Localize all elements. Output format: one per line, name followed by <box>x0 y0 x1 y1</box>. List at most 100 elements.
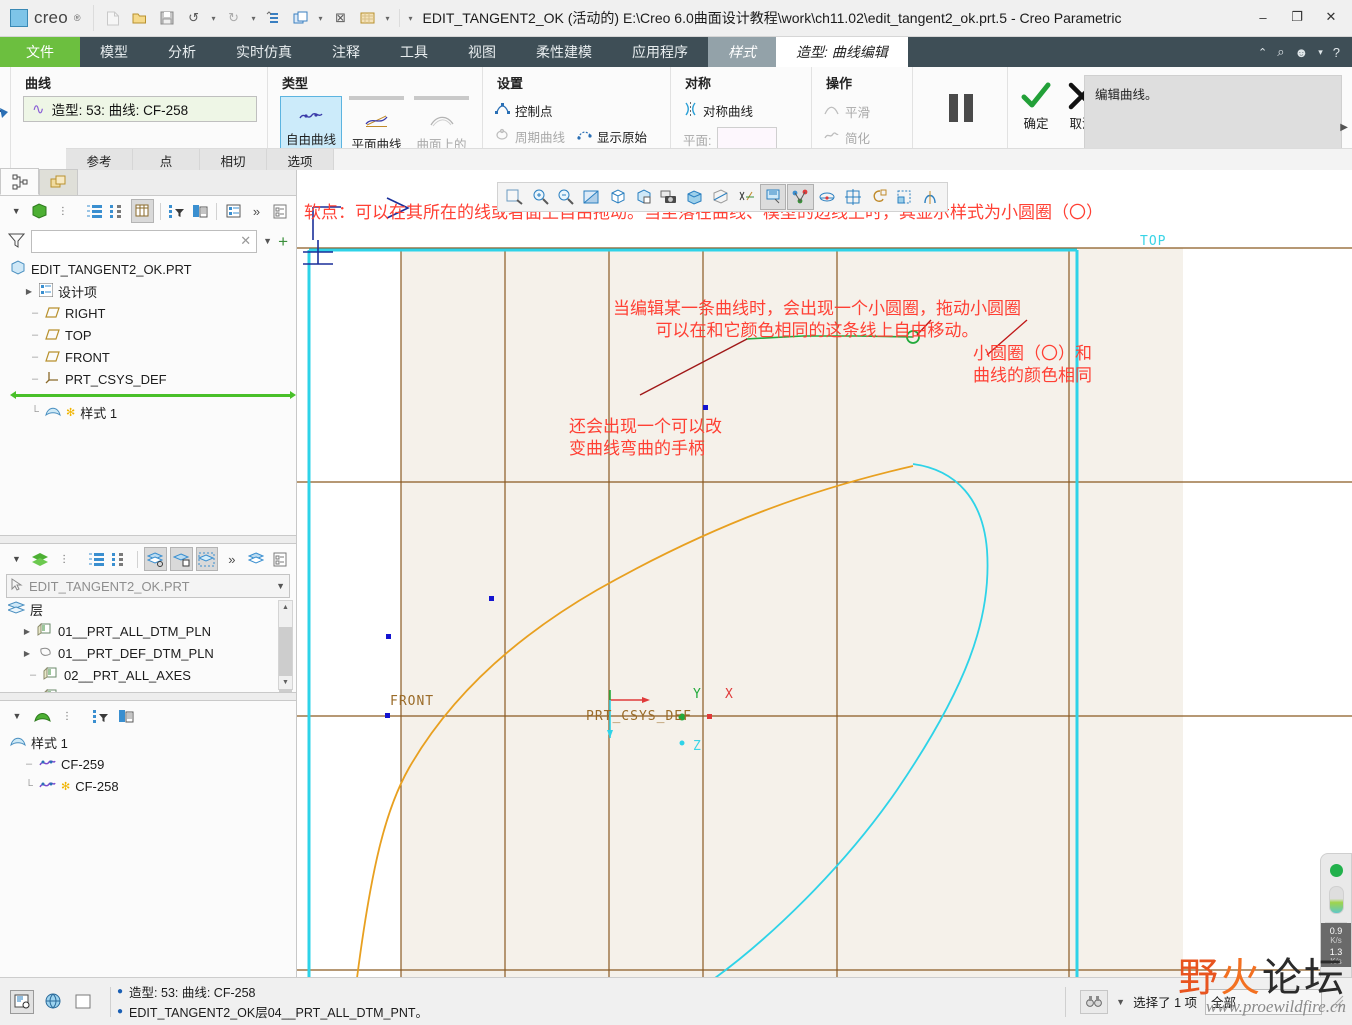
layer-tree-tab[interactable] <box>39 169 78 195</box>
layer-props-icon[interactable] <box>245 548 266 570</box>
style-panel-icon[interactable] <box>31 705 53 727</box>
question-icon[interactable]: ? <box>1333 45 1340 60</box>
snapshot-icon[interactable] <box>657 185 682 209</box>
layer-show-icon[interactable] <box>143 547 167 571</box>
tree-more-dots-icon[interactable]: ⋮ <box>53 200 73 222</box>
close-button[interactable]: ✕ <box>1314 2 1348 32</box>
saved-views-icon[interactable] <box>631 185 656 209</box>
ribbon-tab-bar[interactable]: 文件 模型 分析 实时仿真 注释 工具 视图 柔性建模 应用程序 样式 造型: … <box>0 37 1352 67</box>
ok-button[interactable]: 确定 <box>1020 81 1052 132</box>
expand-chevron-icon[interactable]: ▶ <box>22 649 32 658</box>
tree-row-front[interactable]: – FRONT <box>8 346 296 368</box>
section-icon[interactable] <box>918 185 943 209</box>
zoom-in-icon[interactable] <box>528 185 553 209</box>
tree-info-icon[interactable] <box>223 200 243 222</box>
smooth-button[interactable]: 平滑 <box>824 98 902 124</box>
sidebar-splitter-1[interactable] <box>0 535 296 544</box>
status-icon-group[interactable] <box>0 989 104 1014</box>
network-speed-widget[interactable]: 0.9 K/s 1.3 K/s <box>1320 853 1352 978</box>
redo-icon[interactable]: ↻ <box>221 5 247 31</box>
maximize-button[interactable]: ❐ <box>1280 2 1314 32</box>
point-display-icon[interactable] <box>787 184 815 210</box>
model-cube-icon[interactable] <box>29 200 49 222</box>
periodic-curve-toggle[interactable]: 周期曲线 <box>495 124 565 148</box>
tab-live-simulation[interactable]: 实时仿真 <box>216 37 312 67</box>
tree-row-style[interactable]: └ ✻ 样式 1 <box>8 401 296 423</box>
style-tree[interactable]: 样式 1 – CF-259 └ ✻ CF-258 <box>0 731 296 978</box>
type-planar-curve-button[interactable]: 平面曲线 <box>346 102 407 154</box>
appearance-icon[interactable] <box>355 5 381 31</box>
open-icon[interactable] <box>127 5 153 31</box>
window-switch-icon[interactable] <box>288 5 314 31</box>
layer-collapse-icon[interactable]: ▼ <box>6 548 27 570</box>
binoculars-dropdown-icon[interactable]: ▼ <box>1116 997 1125 1007</box>
layer-row[interactable]: – 03__PRT_ALL_CURVES <box>6 686 296 692</box>
datum-display-icon[interactable] <box>734 185 759 209</box>
expand-chevron-icon[interactable]: ▶ <box>24 287 34 296</box>
redo-dropdown-icon[interactable]: ▾ <box>248 6 260 30</box>
tab-style[interactable]: 样式 <box>708 37 776 67</box>
dashboard-tab-references[interactable]: 参考 <box>66 149 133 171</box>
tree-row-right[interactable]: – RIGHT <box>8 302 296 324</box>
close-window-icon[interactable]: ⊠ <box>328 5 354 31</box>
style-tree-row-style1[interactable]: 样式 1 <box>8 731 296 753</box>
style-tree-row-cf259[interactable]: – CF-259 <box>8 753 296 775</box>
tab-tools[interactable]: 工具 <box>380 37 448 67</box>
tree-collapse-icon[interactable]: ▼ <box>6 200 26 222</box>
model-tree[interactable]: EDIT_TANGENT2_OK.PRT ▶ 设计项 – RIGHT – TOP… <box>0 256 296 535</box>
layer-row-root[interactable]: 层 <box>6 598 296 620</box>
tab-model[interactable]: 模型 <box>80 37 148 67</box>
model-info-icon[interactable] <box>10 989 34 1014</box>
save-icon[interactable] <box>154 5 180 31</box>
tab-applications[interactable]: 应用程序 <box>612 37 708 67</box>
dashboard-tab-options[interactable]: 选项 <box>267 149 334 171</box>
simplify-button[interactable]: 简化 <box>824 124 902 150</box>
selection-filter-select[interactable]: 全部 <box>1205 988 1322 1015</box>
layer-model-dropdown-icon[interactable]: ▼ <box>276 581 285 591</box>
style-filter-icon[interactable] <box>90 705 112 727</box>
display-wireframe-icon[interactable] <box>708 185 733 209</box>
tree-filter-input[interactable]: ✕ <box>31 229 258 253</box>
tree-filter-icon[interactable] <box>166 200 186 222</box>
model-tree-tab[interactable] <box>0 168 39 195</box>
insert-here-indicator[interactable] <box>10 391 296 399</box>
blank-icon[interactable] <box>72 991 94 1013</box>
tree-columns-icon[interactable] <box>131 199 154 223</box>
layer-row[interactable]: ▶ 01__PRT_DEF_DTM_PLN <box>6 642 296 664</box>
layers-icon[interactable] <box>30 548 51 570</box>
window-dropdown-icon[interactable]: ▾ <box>315 6 327 30</box>
model-tree-toolbar[interactable]: ▼ ⋮ » <box>0 196 296 226</box>
style-collapse-icon[interactable]: ▼ <box>6 705 28 727</box>
style-more-dots-icon[interactable]: ⋮ <box>56 705 78 727</box>
globe-icon[interactable] <box>42 991 64 1013</box>
regenerate-icon[interactable] <box>261 5 287 31</box>
zoom-box-icon[interactable] <box>502 185 527 209</box>
ribbon-right-controls[interactable]: ⌃ ⌕ ☻ ▾ ? <box>1246 37 1352 67</box>
style-curve-big-icon[interactable] <box>0 85 21 159</box>
sidebar-splitter-2[interactable] <box>0 692 296 701</box>
tree-doc-icon[interactable] <box>270 200 290 222</box>
scroll-down-arrow-icon[interactable]: ▼ <box>279 676 292 689</box>
appearance-gallery-icon[interactable] <box>867 185 892 209</box>
filter-dropdown-icon[interactable]: ▼ <box>263 236 272 246</box>
layer-more-dots-icon[interactable]: ⋮ <box>54 548 75 570</box>
undo-icon[interactable]: ↺ <box>181 5 207 31</box>
tab-flexible-modeling[interactable]: 柔性建模 <box>516 37 612 67</box>
help-dropdown-icon[interactable]: ☻ <box>1295 45 1309 60</box>
layer-row[interactable]: ▶ 01__PRT_ALL_DTM_PLN <box>6 620 296 642</box>
tree-settings-icon[interactable] <box>190 200 210 222</box>
view-manager-icon[interactable] <box>892 185 917 209</box>
qat-customize-icon[interactable]: ▾ <box>405 6 417 30</box>
style-tree-row-cf258[interactable]: └ ✻ CF-258 <box>8 775 296 797</box>
layer-overflow-icon[interactable]: » <box>221 548 242 570</box>
new-icon[interactable] <box>100 5 126 31</box>
layer-model-selector[interactable]: EDIT_TANGENT2_OK.PRT ▼ <box>6 574 290 598</box>
zoom-out-icon[interactable] <box>554 185 579 209</box>
resize-grip-icon[interactable] <box>1330 995 1344 1009</box>
tree-row-design-items[interactable]: ▶ 设计项 <box>8 280 296 302</box>
layer-items-icon[interactable] <box>110 548 131 570</box>
layer-select-icon[interactable] <box>195 547 219 571</box>
tree-row-part[interactable]: EDIT_TANGENT2_OK.PRT <box>8 258 296 280</box>
graphics-toolbar[interactable] <box>497 182 948 212</box>
layer-grid-icon[interactable] <box>841 185 866 209</box>
